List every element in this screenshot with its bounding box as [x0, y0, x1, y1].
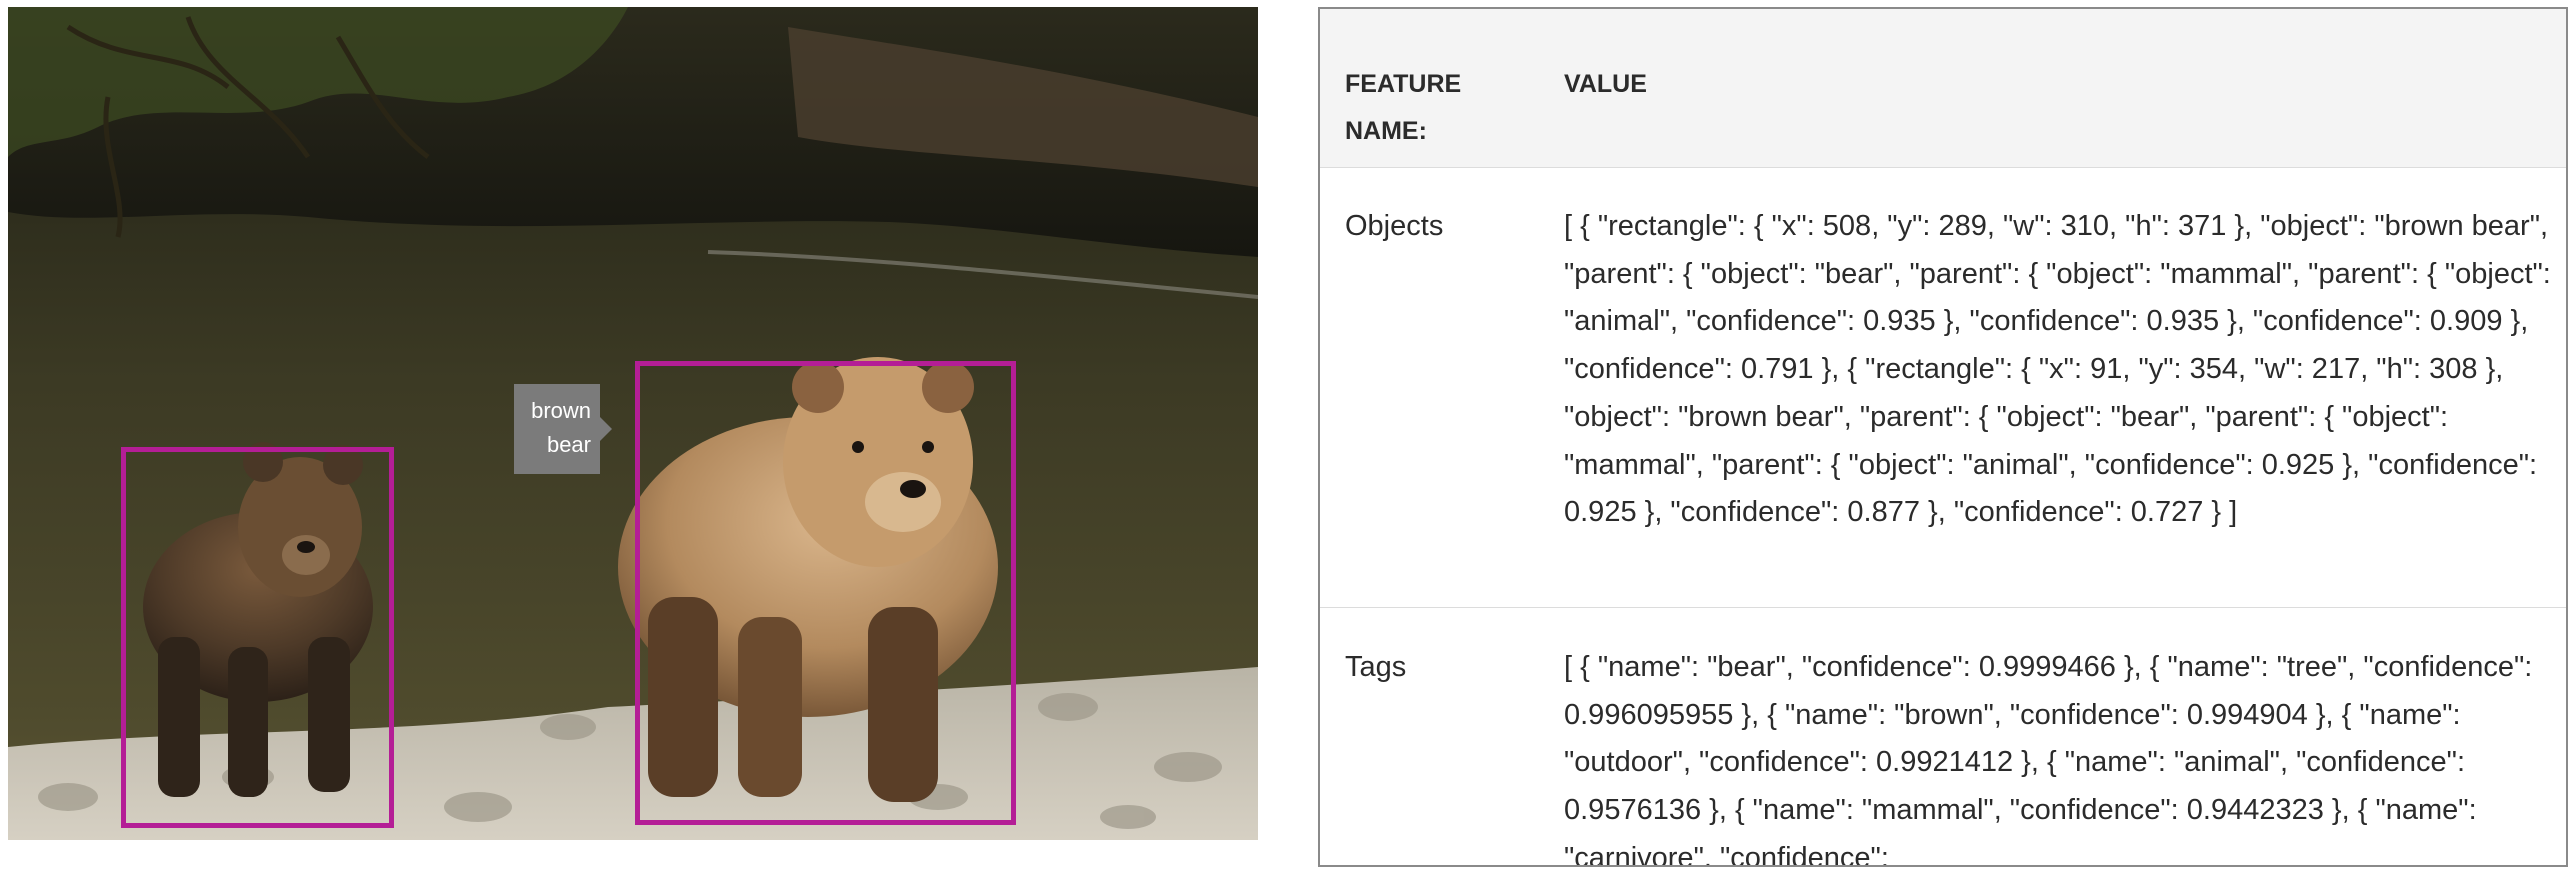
detection-label-line-1: brown	[531, 398, 591, 423]
table-row: Tags [ { "name": "bear", "confidence": 0…	[1320, 608, 2566, 867]
analyzed-photo: brown bear	[8, 7, 1258, 840]
row-tags-name: Tags	[1345, 651, 1407, 683]
detection-box-brown-bear-2	[121, 447, 394, 828]
header-value: VALUE	[1564, 70, 1647, 98]
detection-label-line-2: bear	[546, 432, 591, 457]
row-objects-name: Objects	[1345, 210, 1444, 242]
analysis-view: brown bear FEATURE NAME: VALUE Objects […	[0, 0, 2574, 872]
detection-label: brown bear	[514, 384, 612, 474]
row-objects-value: [ { "rectangle": { "x": 508, "y": 289, "…	[1564, 210, 2551, 529]
table-header: FEATURE NAME: VALUE	[1320, 9, 2566, 168]
row-tags-value: [ { "name": "bear", "confidence": 0.9999…	[1564, 651, 2533, 867]
table-row: Objects [ { "rectangle": { "x": 508, "y"…	[1320, 167, 2566, 608]
header-feature-name: FEATURE NAME:	[1345, 70, 1462, 145]
detection-box-brown-bear-1	[635, 361, 1016, 825]
feature-table[interactable]: FEATURE NAME: VALUE Objects [ { "rectang…	[1318, 7, 2568, 867]
